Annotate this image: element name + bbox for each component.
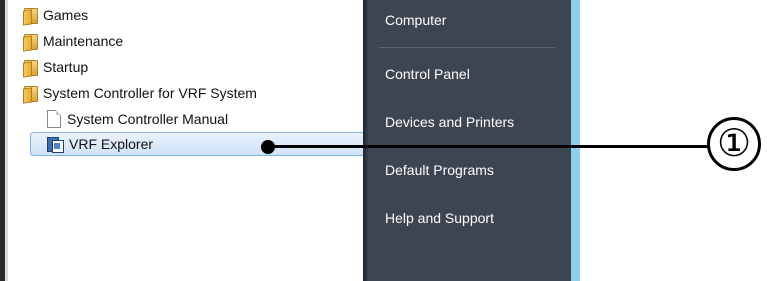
- program-label: VRF Explorer: [69, 136, 154, 152]
- window-frame-right: [571, 0, 580, 281]
- folder-label: Games: [43, 7, 89, 23]
- menu-item-control-panel[interactable]: Control Panel: [385, 66, 470, 82]
- start-menu-right-panel: Computer Control Panel Devices and Print…: [363, 0, 580, 281]
- folder-item-maintenance[interactable]: Maintenance: [23, 30, 123, 52]
- folder-icon: [23, 33, 38, 52]
- folder-item-startup[interactable]: Startup: [23, 56, 88, 78]
- folder-icon: [23, 59, 38, 78]
- menu-item-devices-printers[interactable]: Devices and Printers: [385, 114, 514, 130]
- folder-icon: [23, 7, 38, 26]
- document-icon: [47, 110, 61, 128]
- folder-icon: [23, 85, 38, 104]
- folder-item-games[interactable]: Games: [23, 4, 88, 26]
- callout-line: [268, 145, 719, 148]
- callout-dot: [261, 140, 275, 154]
- program-label: System Controller Manual: [67, 111, 229, 127]
- callout-number: ①: [707, 117, 761, 171]
- program-item-vrf-explorer[interactable]: VRF Explorer: [30, 132, 370, 156]
- menu-separator: [379, 47, 555, 48]
- folder-label: Maintenance: [43, 33, 124, 49]
- all-programs-list: Games Maintenance Startup System Control…: [9, 0, 370, 281]
- menu-item-help-support[interactable]: Help and Support: [385, 210, 494, 226]
- app-icon: [47, 136, 64, 153]
- folder-label: Startup: [43, 59, 89, 75]
- folder-label: System Controller for VRF System: [43, 85, 257, 101]
- window-frame-left: [0, 0, 8, 281]
- menu-item-computer[interactable]: Computer: [385, 12, 446, 28]
- folder-item-system-controller[interactable]: System Controller for VRF System: [23, 82, 257, 104]
- program-item-system-controller-manual[interactable]: System Controller Manual: [47, 108, 228, 130]
- menu-item-default-programs[interactable]: Default Programs: [385, 162, 494, 178]
